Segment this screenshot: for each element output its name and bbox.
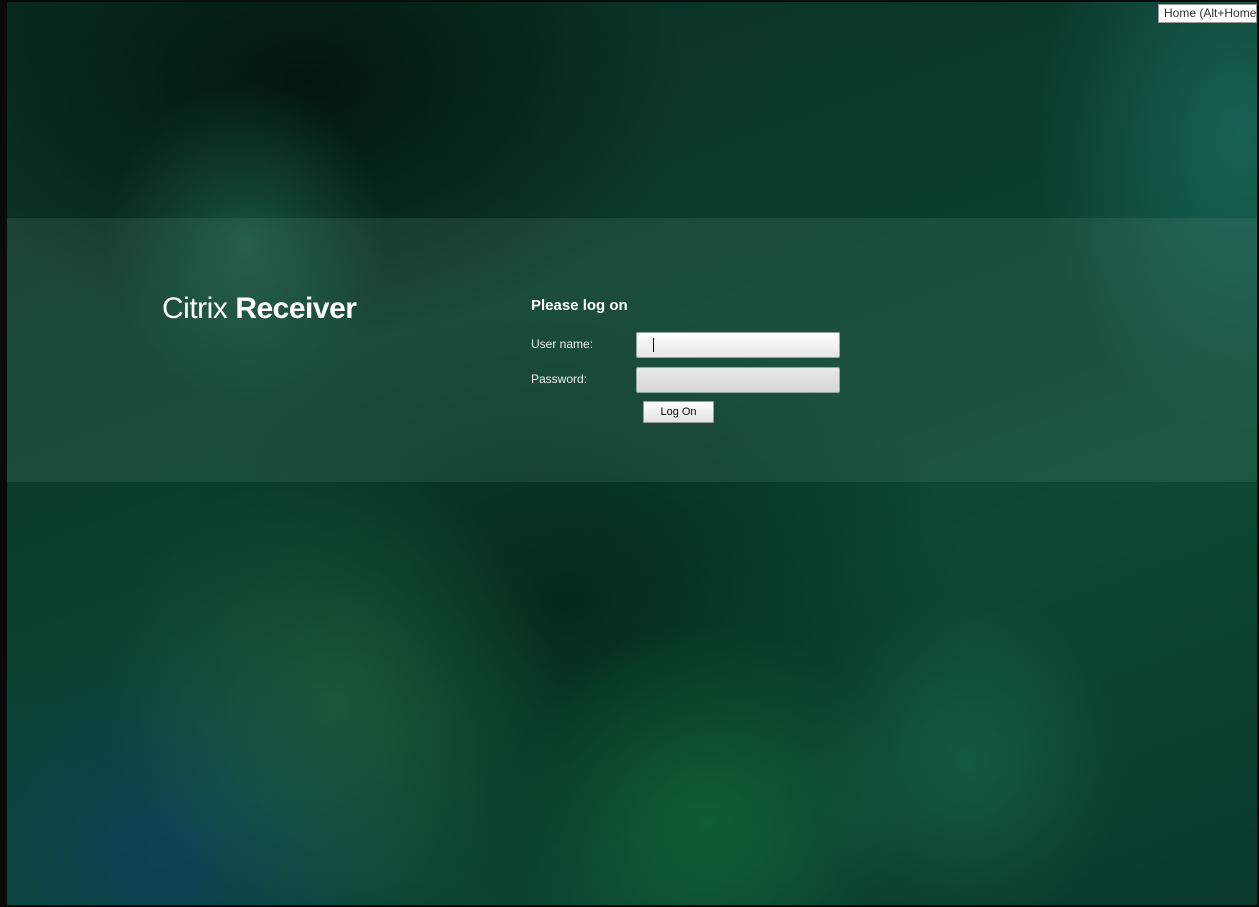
citrix-receiver-screen: Citrix Receiver Please log on User name: … [0,0,1259,907]
home-tooltip: Home (Alt+Home) [1158,4,1257,23]
username-row: User name: [531,332,851,358]
username-label: User name: [531,337,594,351]
password-label: Password: [531,372,588,386]
password-input[interactable] [636,367,840,393]
log-on-button[interactable]: Log On [643,401,714,423]
password-row: Password: [531,367,851,393]
login-title: Please log on [531,297,628,314]
citrix-receiver-logo: Citrix Receiver [162,292,357,326]
username-input[interactable] [636,332,840,358]
logo-light-text: Citrix [162,292,228,325]
text-caret [653,338,654,352]
login-form: Please log on User name: Password: Log O… [531,296,840,423]
logo-bold-text: Receiver [235,292,357,325]
